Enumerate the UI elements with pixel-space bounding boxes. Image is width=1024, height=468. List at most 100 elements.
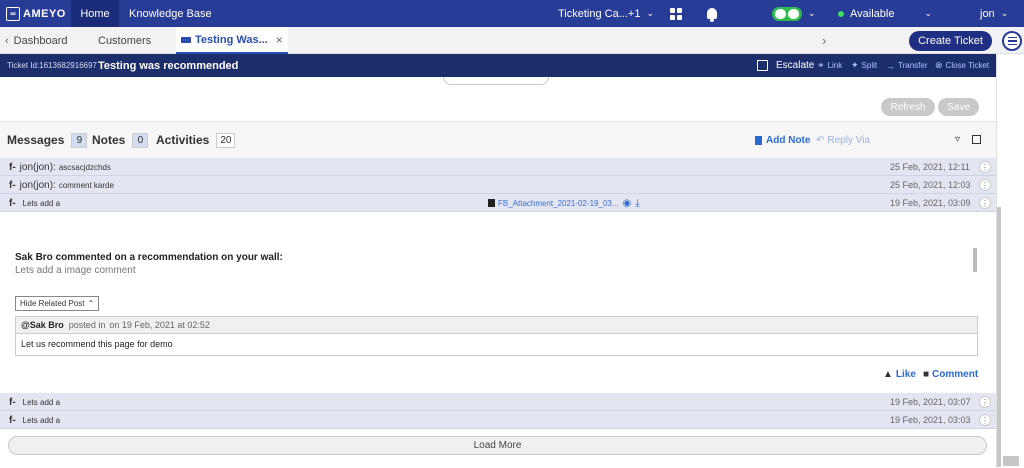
channel-prefix: f-	[9, 396, 16, 408]
kebab-icon[interactable]: ⋮	[979, 179, 991, 191]
reply-via-button[interactable]: ↶ Reply Via	[816, 135, 870, 146]
ticket-header: Ticket Id:1613682916697 Testing was reco…	[0, 54, 996, 77]
escalate-checkbox[interactable]	[757, 60, 768, 71]
split-button[interactable]: ✦ Split	[851, 54, 877, 77]
row-text: ascsacjdzchds	[58, 162, 111, 172]
add-note-button[interactable]: Add Note	[755, 135, 810, 146]
detail-subtext: Lets add a image comment	[15, 265, 136, 276]
close-ticket-label: Close Ticket	[945, 61, 990, 70]
create-ticket-button[interactable]: Create Ticket	[909, 31, 992, 51]
attachment[interactable]: FB_Attachment_2021-02-19_03... ◉ ⤓	[488, 194, 640, 212]
kebab-icon[interactable]: ⋮	[979, 414, 991, 426]
related-post-header: @Sak Bro posted in on 19 Feb, 2021 at 02…	[16, 317, 977, 334]
transfer-button[interactable]: → Transfer	[886, 54, 928, 77]
channel-prefix: f-	[9, 161, 16, 173]
scrollbar-thumb[interactable]	[997, 207, 1001, 467]
ameyo-logo-icon: ∞	[6, 6, 20, 21]
post-date: on 19 Feb, 2021 at 02:52	[109, 320, 210, 330]
ticket-form-area: Refresh Save	[0, 77, 996, 122]
add-note-label: Add Note	[766, 135, 811, 146]
download-icon[interactable]: ⤓	[635, 198, 639, 209]
nav-knowledge-base[interactable]: Knowledge Base	[129, 0, 212, 27]
campaign-selector[interactable]: Ticketing Ca...+1 ⌄	[558, 0, 654, 27]
ticket-id: Ticket Id:1613682916697	[7, 61, 97, 70]
menu-icon[interactable]	[1002, 31, 1022, 51]
user-name: jon	[980, 7, 995, 20]
kebab-icon[interactable]: ⋮	[979, 396, 991, 408]
tab-messages[interactable]: Messages 9	[7, 132, 88, 148]
link-label: Link	[827, 61, 843, 70]
interaction-tabs: Messages 9 Notes 0 Activities 20 Add Not…	[0, 122, 996, 158]
row-text: Lets add a	[22, 198, 61, 208]
chevron-right-icon[interactable]: ›	[822, 27, 826, 54]
row-author: jon(jon):	[19, 161, 56, 173]
channel-prefix: f-	[9, 197, 16, 209]
close-icon[interactable]: ×	[276, 33, 283, 47]
list-item[interactable]: f- Lets add a 19 Feb, 2021, 03:03 ⋮	[0, 411, 996, 429]
tab-dashboard[interactable]: ‹ Dashboard	[5, 27, 68, 54]
app-logo[interactable]: ∞ AMEYO	[6, 6, 66, 21]
filter-icon[interactable]: ▿	[955, 134, 960, 145]
comment-button[interactable]: ■ Comment	[923, 369, 978, 380]
kebab-icon[interactable]: ⋮	[979, 197, 991, 209]
like-label: Like	[895, 369, 916, 380]
row-date: 25 Feb, 2021, 12:11	[890, 162, 970, 172]
save-button[interactable]: Save	[938, 98, 979, 116]
nav-home[interactable]: Home	[71, 0, 119, 27]
row-text: comment karde	[58, 180, 114, 190]
list-item[interactable]: f- Lets add a FB_Attachment_2021-02-19_03…	[0, 194, 996, 212]
apps-button[interactable]	[670, 0, 682, 27]
messages-count: 9	[71, 132, 88, 148]
refresh-button[interactable]: Refresh	[881, 98, 935, 116]
page-scrollbar[interactable]	[996, 54, 1024, 468]
row-date: 19 Feb, 2021, 03:07	[890, 397, 971, 407]
chevron-left-icon: ‹	[5, 34, 9, 47]
tab-customers[interactable]: Customers	[98, 27, 151, 54]
form-handle	[443, 77, 549, 85]
chat-status-toggle[interactable]: ⌄	[772, 0, 816, 27]
reply-via-label: Reply Via	[827, 135, 871, 146]
tab-ticket[interactable]: Testing Was... ×	[176, 27, 288, 54]
list-item[interactable]: f-jon(jon): comment karde 25 Feb, 2021, 1…	[0, 176, 996, 194]
escalate-toggle[interactable]: Escalate	[757, 54, 814, 77]
tab-customers-label: Customers	[98, 34, 152, 47]
row-author: jon(jon):	[19, 179, 56, 191]
row-text: Lets add a	[22, 415, 61, 425]
attachment-name: FB_Attachment_2021-02-19_03...	[498, 198, 619, 208]
list-item[interactable]: f- Lets add a 19 Feb, 2021, 03:07 ⋮	[0, 393, 996, 411]
chevron-down-icon: ⌄	[924, 8, 932, 18]
activities-label: Activities	[156, 133, 210, 147]
user-menu[interactable]: jon ⌄	[980, 0, 1008, 27]
list-item[interactable]: f-jon(jon): ascsacjdzchds 25 Feb, 2021, 1…	[0, 158, 996, 176]
row-date: 19 Feb, 2021, 03:09	[890, 198, 971, 208]
link-icon: ⚭	[817, 60, 825, 70]
load-more-button[interactable]: Load More	[8, 436, 987, 455]
transfer-label: Transfer	[898, 61, 928, 70]
expand-icon[interactable]	[972, 135, 981, 144]
availability-selector[interactable]: Available ⌄	[838, 0, 932, 27]
post-posted-in: posted in	[68, 320, 106, 330]
link-button[interactable]: ⚭ Link	[817, 54, 842, 77]
logo-text: AMEYO	[23, 7, 66, 20]
related-post: @Sak Bro posted in on 19 Feb, 2021 at 02…	[15, 316, 978, 356]
close-ticket-button[interactable]: ⊗ Close Ticket	[935, 54, 989, 77]
top-bar: ∞ AMEYO Home Knowledge Base Ticketing Ca…	[0, 0, 1024, 27]
eye-icon[interactable]: ◉	[623, 198, 632, 209]
file-icon	[488, 199, 495, 207]
post-author: @Sak Bro	[21, 320, 64, 330]
like-button[interactable]: ▲ Like	[883, 369, 916, 380]
kebab-icon[interactable]: ⋮	[979, 161, 991, 173]
hide-related-post-button[interactable]: Hide Related Post ⌃	[15, 296, 100, 311]
message-detail: Sak Bro commented on a recommendation on…	[0, 212, 996, 393]
note-icon	[755, 136, 762, 145]
messages-label: Messages	[7, 133, 65, 147]
grid-icon	[670, 7, 682, 20]
detail-scrollbar[interactable]	[973, 248, 977, 272]
campaign-label: Ticketing Ca...+1	[558, 7, 641, 20]
ticket-content: Refresh Save Messages 9 Notes 0 Activiti…	[0, 77, 996, 468]
tab-activities[interactable]: Activities 20	[156, 132, 236, 148]
row-date: 25 Feb, 2021, 12:03	[890, 180, 971, 190]
notifications-button[interactable]	[707, 0, 717, 27]
comment-icon: ■	[923, 369, 930, 380]
tab-notes[interactable]: Notes 0	[92, 132, 149, 148]
